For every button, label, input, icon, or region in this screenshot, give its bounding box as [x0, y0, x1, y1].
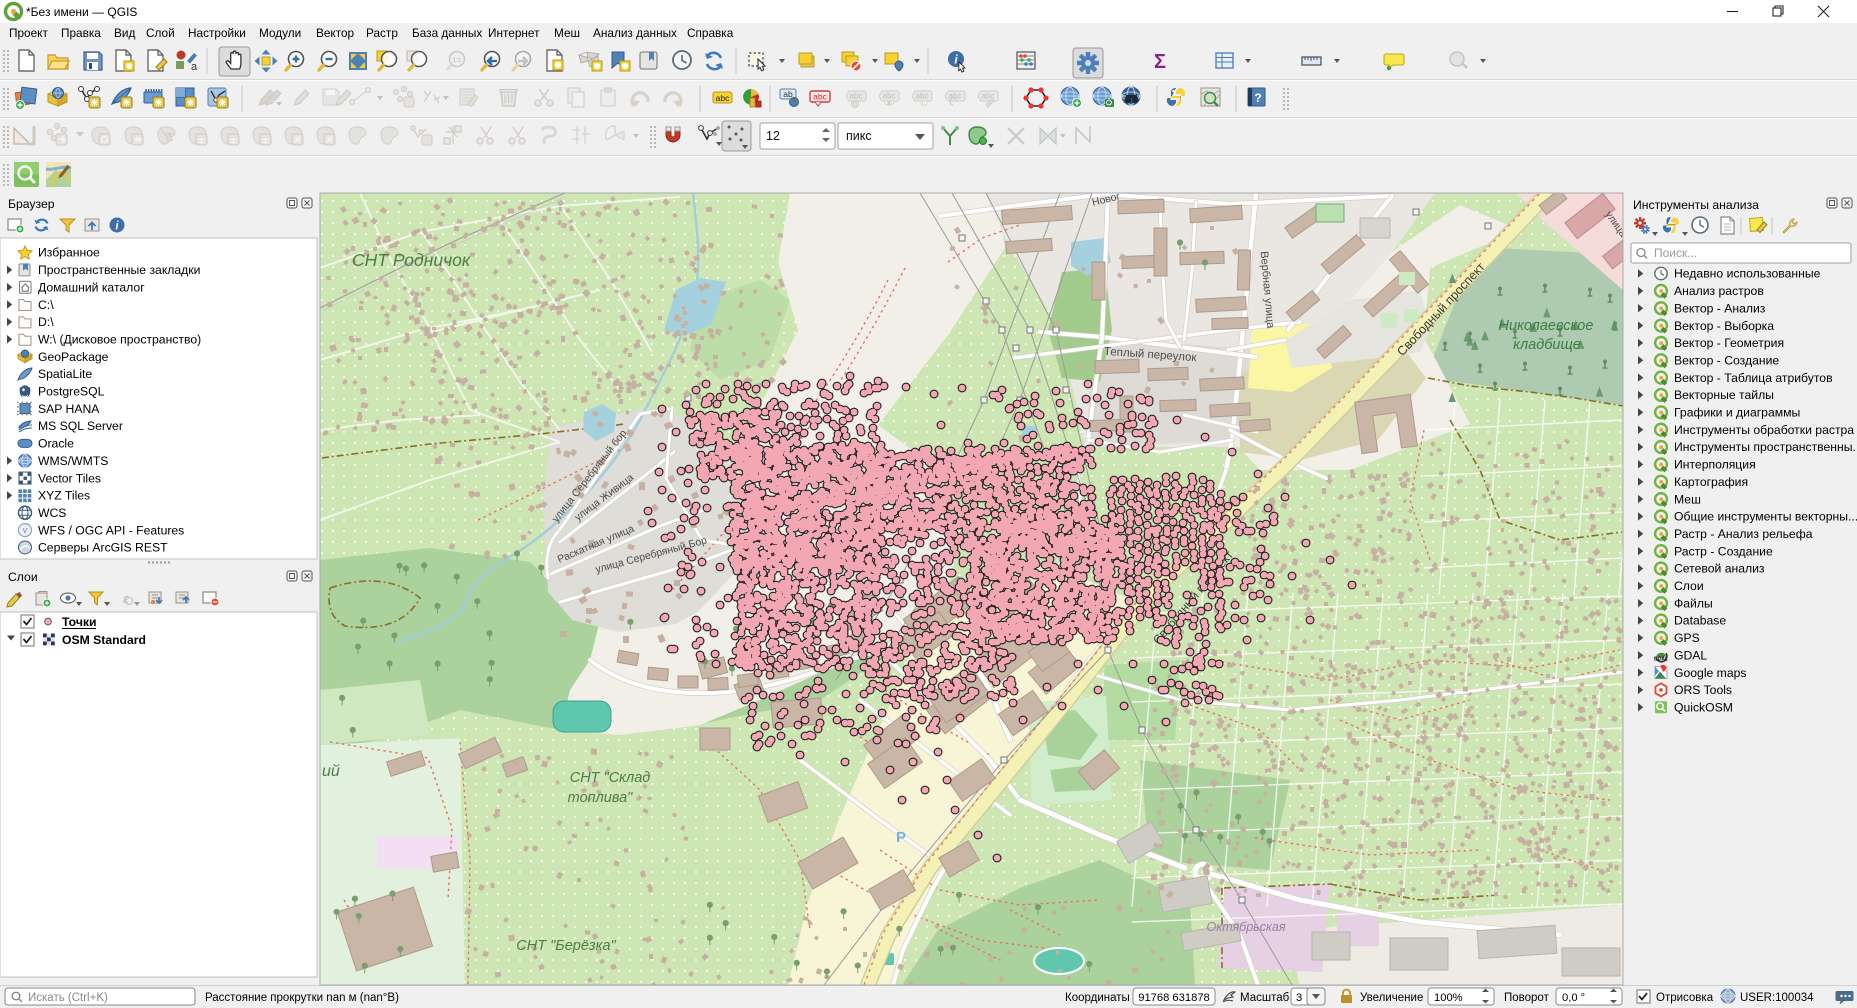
svg-text:Вектор - Анализ: Вектор - Анализ — [1674, 301, 1766, 315]
svg-text:Вектор - Таблица атрибутов: Вектор - Таблица атрибутов — [1674, 371, 1833, 385]
svg-text:Анализ растров: Анализ растров — [1674, 284, 1764, 298]
svg-text:GDAL: GDAL — [1654, 657, 1668, 663]
svg-text:P: P — [896, 829, 906, 846]
svg-text:Недавно использованные: Недавно использованные — [1674, 267, 1821, 281]
svg-text:abc: abc — [716, 93, 730, 103]
svg-text:WFS / OGC API - Features: WFS / OGC API - Features — [38, 523, 184, 537]
svg-text:Интернет: Интернет — [488, 26, 540, 40]
svg-text:Вектор - Создание: Вектор - Создание — [1674, 353, 1779, 367]
svg-text:WCS: WCS — [38, 506, 66, 520]
svg-text:Растр - Создание: Растр - Создание — [1674, 544, 1773, 558]
svg-text:Oracle: Oracle — [38, 437, 74, 451]
svg-text:ий: ий — [322, 763, 340, 780]
svg-text:QuickOSM: QuickOSM — [1674, 700, 1733, 714]
svg-text:PostgreSQL: PostgreSQL — [38, 385, 105, 399]
svg-text:MS SQL Server: MS SQL Server — [38, 419, 123, 433]
svg-text:Картография: Картография — [1674, 475, 1748, 489]
svg-text:abc: abc — [850, 92, 863, 101]
svg-text:GeoPackage: GeoPackage — [38, 350, 109, 364]
svg-text:Инструменты обработки растра: Инструменты обработки растра — [1674, 423, 1854, 437]
svg-text:Координаты: Координаты — [1065, 992, 1130, 1004]
svg-text:1:1: 1:1 — [452, 57, 461, 64]
svg-text:кладбище: кладбище — [1513, 337, 1581, 353]
svg-text:Николаевское: Николаевское — [1499, 318, 1594, 334]
svg-text:Анализ данных: Анализ данных — [593, 26, 677, 40]
svg-text:abc: abc — [916, 92, 929, 101]
svg-text:Меш: Меш — [1674, 492, 1701, 506]
svg-text:12: 12 — [766, 129, 780, 143]
svg-text:GDAL: GDAL — [1674, 648, 1707, 662]
svg-text:топлива": топлива" — [568, 790, 634, 806]
svg-text:USER:100034: USER:100034 — [1740, 992, 1814, 1004]
svg-text:СНТ "Берёзка": СНТ "Берёзка" — [516, 938, 616, 954]
svg-text:Домашний каталог: Домашний каталог — [38, 280, 145, 294]
svg-text:Справка: Справка — [687, 26, 734, 40]
svg-text:Общие инструменты векторны...: Общие инструменты векторны... — [1674, 510, 1857, 524]
svg-text:Меш: Меш — [554, 26, 580, 40]
svg-text:пикс: пикс — [846, 129, 872, 143]
svg-text:a: a — [191, 61, 198, 73]
svg-text:Расстояние прокрутки nan м (na: Расстояние прокрутки nan м (nan°B) — [205, 992, 399, 1004]
svg-text:Проект: Проект — [9, 26, 48, 40]
svg-text:Увеличение: Увеличение — [1360, 992, 1423, 1004]
svg-text:Правка: Правка — [61, 26, 101, 40]
svg-text:C:\: C:\ — [38, 298, 54, 312]
svg-text:Интерполяция: Интерполяция — [1674, 458, 1756, 472]
svg-text:SpatiaLite: SpatiaLite — [38, 367, 92, 381]
svg-text:Вектор - Выборка: Вектор - Выборка — [1674, 319, 1774, 333]
svg-text:Vector Tiles: Vector Tiles — [38, 471, 101, 485]
svg-text:GPS: GPS — [1674, 631, 1700, 645]
svg-text:WMS/WMTS: WMS/WMTS — [38, 454, 108, 468]
svg-text:SAP HANA: SAP HANA — [38, 402, 100, 416]
svg-text:Файлы: Файлы — [1674, 596, 1713, 610]
svg-text:СНТ Родничок: СНТ Родничок — [352, 250, 471, 270]
svg-text:Σ: Σ — [1154, 51, 1166, 73]
svg-text:0,0 °: 0,0 ° — [1562, 992, 1585, 1004]
svg-text:Google maps: Google maps — [1674, 666, 1747, 680]
svg-text:Избранное: Избранное — [38, 246, 100, 260]
svg-text:Сетевой анализ: Сетевой анализ — [1674, 562, 1765, 576]
svg-text:W:\ (Дисковое пространство): W:\ (Дисковое пространство) — [38, 332, 201, 346]
svg-text:Database: Database — [1674, 614, 1726, 628]
svg-text:Серверы ArcGIS REST: Серверы ArcGIS REST — [38, 541, 168, 555]
svg-text:Искать (Ctrl+K): Искать (Ctrl+K) — [28, 992, 108, 1004]
svg-text:Модули: Модули — [259, 26, 301, 40]
svg-text:Октябрьская: Октябрьская — [1206, 920, 1285, 934]
svg-text:Инструменты пространственны...: Инструменты пространственны... — [1674, 440, 1857, 454]
svg-text:Слои: Слои — [1674, 579, 1704, 593]
svg-text:abc: abc — [883, 92, 896, 101]
svg-text:ORS Tools: ORS Tools — [1674, 683, 1732, 697]
svg-text:XYZ Tiles: XYZ Tiles — [38, 489, 90, 503]
svg-text:abc: abc — [813, 92, 827, 102]
svg-text:Браузер: Браузер — [8, 197, 55, 211]
svg-text:Настройки: Настройки — [188, 26, 246, 40]
svg-text:База данных: База данных — [412, 26, 482, 40]
svg-text:Отрисовка: Отрисовка — [1656, 992, 1714, 1004]
svg-text:Слои: Слои — [8, 570, 38, 584]
svg-text:Вектор - Геометрия: Вектор - Геометрия — [1674, 336, 1784, 350]
svg-text:Растр - Анализ рельефа: Растр - Анализ рельефа — [1674, 527, 1813, 541]
svg-text:Вектор: Вектор — [316, 26, 355, 40]
svg-text:Слой: Слой — [146, 26, 175, 40]
svg-text:Точки: Точки — [62, 615, 97, 629]
svg-text:*Без имени — QGIS: *Без имени — QGIS — [26, 5, 137, 19]
svg-text:Вид: Вид — [114, 26, 135, 40]
svg-text:Инструменты анализа: Инструменты анализа — [1633, 198, 1759, 212]
svg-text:V: V — [23, 528, 28, 535]
svg-text:OSM Standard: OSM Standard — [62, 633, 146, 647]
svg-text:?: ? — [1254, 91, 1261, 105]
svg-text:91768 631878: 91768 631878 — [1138, 992, 1210, 1004]
svg-text:Масштаб: Масштаб — [1240, 992, 1290, 1004]
svg-text:3: 3 — [1296, 992, 1302, 1004]
svg-text:D:\: D:\ — [38, 315, 54, 329]
svg-text:Растр: Растр — [366, 26, 398, 40]
svg-text:Поиск...: Поиск... — [1654, 246, 1697, 260]
svg-text:СНТ "Склад: СНТ "Склад — [570, 770, 651, 786]
svg-text:ab: ab — [783, 89, 793, 99]
svg-text:Векторные тайлы: Векторные тайлы — [1674, 388, 1774, 402]
svg-text:Графики и диаграммы: Графики и диаграммы — [1674, 406, 1800, 420]
svg-text:Пространственные закладки: Пространственные закладки — [38, 263, 200, 277]
svg-text:100%: 100% — [1434, 992, 1463, 1004]
svg-text:Поворот: Поворот — [1504, 992, 1550, 1004]
